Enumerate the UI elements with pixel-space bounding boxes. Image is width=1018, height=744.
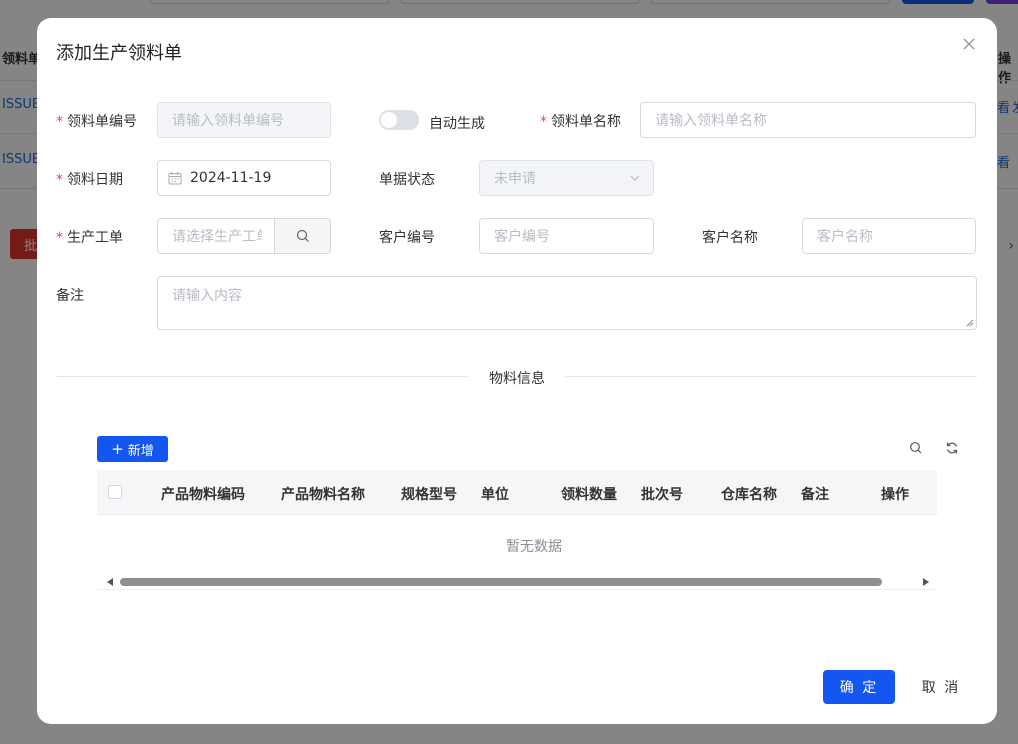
issue-code-input[interactable]: 请输入领料单编号 [157,102,331,138]
column-header: 规格型号 [401,487,457,503]
customer-code-input[interactable]: 客户编号 [479,218,654,254]
confirm-button[interactable]: 确 定 [823,670,895,704]
auto-generate-toggle[interactable] [379,110,419,130]
cancel-button[interactable]: 取 消 [911,670,971,704]
column-header: 领料数量 [561,487,617,503]
add-issue-dialog: 添加生产领料单 * 领料单编号 请输入领料单编号 自动生成 * 领料单名称 请输入领… [37,18,997,724]
column-header: 仓库名称 [721,487,777,503]
resize-handle-icon[interactable] [966,319,974,327]
customer-name-label: 客户名称 [702,230,758,246]
auto-generate-label: 自动生成 [429,116,485,132]
add-material-button[interactable]: + 新增 [97,436,168,462]
refresh-icon[interactable] [944,440,960,456]
calendar-icon [168,172,182,185]
work-order-input[interactable]: 请选择生产工单 [157,218,331,254]
issue-date-picker[interactable]: 2024-11-19 [157,160,331,196]
column-header: 批次号 [641,487,683,503]
divider-line [57,376,469,377]
column-header: 操作 [881,487,909,503]
divider-line [565,376,977,377]
column-header: 产品物料编码 [161,487,245,503]
column-header: 备注 [801,487,829,503]
customer-name-input[interactable]: 客户名称 [802,218,976,254]
scroll-thumb[interactable] [120,578,882,586]
doc-status-value: 未申请 [494,171,536,187]
issue-date-value: 2024-11-19 [190,170,272,186]
issue-name-label: * 领料单名称 [540,114,621,130]
material-table-header: 产品物料编码 产品物料名称 规格型号 单位 领料数量 批次号 仓库名称 备注 操… [97,470,937,515]
search-icon[interactable] [908,440,924,456]
toggle-knob [381,112,397,128]
column-header: 单位 [481,487,509,503]
table-empty-text: 暂无数据 [506,539,562,555]
work-order-label: * 生产工单 [56,230,123,246]
customer-code-label: 客户编号 [379,230,435,246]
material-info-divider: 物料信息 [489,371,545,387]
work-order-search-button[interactable] [274,219,330,253]
table-horizontal-scrollbar[interactable] [97,574,937,590]
remark-textarea[interactable]: 请输入内容 [157,276,977,330]
scroll-right-arrow[interactable] [923,578,929,586]
search-icon [296,229,309,242]
issue-code-label: * 领料单编号 [56,114,137,130]
scroll-left-arrow[interactable] [107,578,113,586]
close-icon[interactable] [959,36,979,56]
remark-label: 备注 [56,288,84,304]
dialog-title: 添加生产领料单 [56,43,182,64]
issue-name-input[interactable]: 请输入领料单名称 [640,102,976,138]
issue-date-label: * 领料日期 [56,172,123,188]
doc-status-select[interactable]: 未申请 [479,160,654,196]
chevron-down-icon [630,175,640,181]
select-all-checkbox[interactable] [108,485,122,499]
doc-status-label: 单据状态 [379,172,435,188]
plus-icon: + [111,439,124,458]
column-header: 产品物料名称 [281,487,365,503]
